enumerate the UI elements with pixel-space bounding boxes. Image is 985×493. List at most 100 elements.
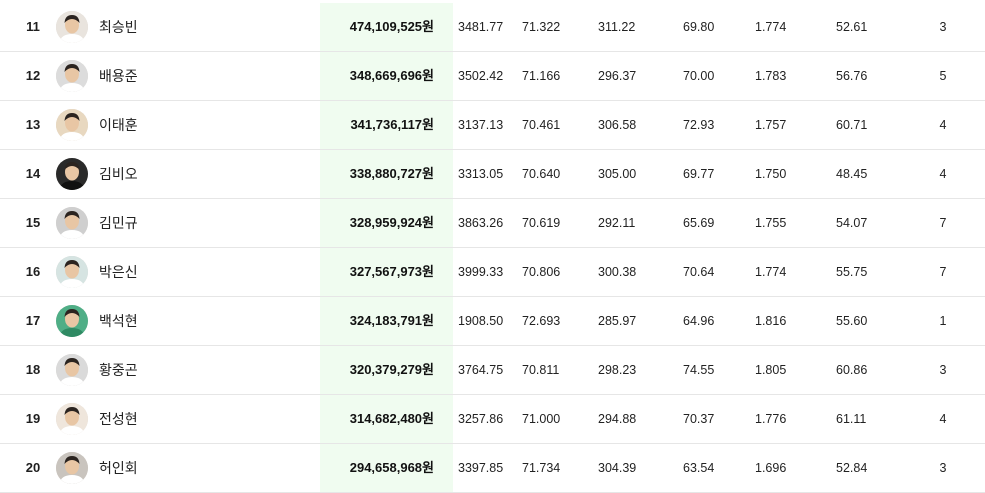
stat-top10-count: 7 xyxy=(939,216,947,230)
stat-greens-in-regulation: 64.96 xyxy=(683,314,715,328)
stat-driving-distance: 296.37 xyxy=(598,69,637,83)
stat-fairway-hit: 56.76 xyxy=(836,69,868,83)
player-photo-icon xyxy=(56,60,88,92)
table-row[interactable]: 14 김비오 338,880,727원 3313.05 70.640 305.0… xyxy=(0,150,985,199)
stat-fairway-hit: 52.84 xyxy=(836,461,868,475)
stat-greens-in-regulation: 69.80 xyxy=(683,20,715,34)
stat-points: 3257.86 xyxy=(458,412,504,426)
rank-number: 14 xyxy=(25,166,41,181)
table-row[interactable]: 16 박은신 327,567,973원 3999.33 70.806 300.3… xyxy=(0,248,985,297)
stat-top10-count: 4 xyxy=(939,118,947,132)
stat-fairway-hit: 55.75 xyxy=(836,265,868,279)
prize-money: 314,682,480원 xyxy=(349,411,434,426)
stat-greens-in-regulation: 65.69 xyxy=(683,216,715,230)
player-name[interactable]: 김비오 xyxy=(99,150,138,198)
table-row[interactable]: 19 전성현 314,682,480원 3257.86 71.000 294.8… xyxy=(0,395,985,444)
table-row[interactable]: 13 이태훈 341,736,117원 3137.13 70.461 306.5… xyxy=(0,101,985,150)
player-photo-icon xyxy=(56,354,88,386)
player-avatar[interactable] xyxy=(56,207,88,239)
player-avatar[interactable] xyxy=(56,452,88,484)
stat-driving-distance: 292.11 xyxy=(598,216,636,230)
stat-greens-in-regulation: 70.00 xyxy=(683,69,715,83)
stat-greens-in-regulation: 72.93 xyxy=(683,118,715,132)
player-name[interactable]: 허인회 xyxy=(99,444,138,492)
stat-avg-score: 70.619 xyxy=(522,216,561,230)
stat-putting-avg: 1.750 xyxy=(755,167,787,181)
stat-avg-score: 71.322 xyxy=(522,20,561,34)
stat-avg-score: 72.693 xyxy=(522,314,561,328)
prize-money: 294,658,968원 xyxy=(349,460,434,475)
player-photo-icon xyxy=(56,158,88,190)
table-row[interactable]: 17 백석현 324,183,791원 1908.50 72.693 285.9… xyxy=(0,297,985,346)
table-row[interactable]: 11 최승빈 474,109,525원 3481.77 71.322 311.2… xyxy=(0,3,985,52)
player-name[interactable]: 전성현 xyxy=(99,395,138,443)
rank-number: 16 xyxy=(25,264,41,279)
stat-top10-count: 1 xyxy=(939,314,947,328)
stat-putting-avg: 1.805 xyxy=(755,363,787,377)
stat-points: 3481.77 xyxy=(458,20,504,34)
stat-top10-count: 3 xyxy=(939,20,947,34)
player-name[interactable]: 백석현 xyxy=(99,297,138,345)
stat-driving-distance: 285.97 xyxy=(598,314,637,328)
stat-avg-score: 70.640 xyxy=(522,167,561,181)
ranking-table: 11 최승빈 474,109,525원 3481.77 71.322 311.2… xyxy=(0,3,985,493)
player-name[interactable]: 김민규 xyxy=(99,199,138,247)
player-avatar[interactable] xyxy=(56,60,88,92)
stat-driving-distance: 311.22 xyxy=(598,20,636,34)
stat-putting-avg: 1.783 xyxy=(755,69,787,83)
player-photo-icon xyxy=(56,207,88,239)
rank-number: 18 xyxy=(25,362,41,377)
prize-money: 341,736,117원 xyxy=(350,117,434,132)
stat-driving-distance: 300.38 xyxy=(598,265,637,279)
stat-top10-count: 5 xyxy=(939,69,947,83)
rank-number: 13 xyxy=(25,117,41,132)
stat-putting-avg: 1.774 xyxy=(755,20,787,34)
stat-fairway-hit: 61.11 xyxy=(836,412,867,426)
player-name[interactable]: 최승빈 xyxy=(99,3,138,51)
stat-avg-score: 71.000 xyxy=(522,412,561,426)
rank-number: 11 xyxy=(26,19,40,34)
stat-top10-count: 3 xyxy=(939,363,947,377)
stat-fairway-hit: 52.61 xyxy=(836,20,868,34)
stat-greens-in-regulation: 63.54 xyxy=(683,461,715,475)
stat-greens-in-regulation: 70.37 xyxy=(683,412,715,426)
stat-putting-avg: 1.757 xyxy=(755,118,787,132)
player-photo-icon xyxy=(56,403,88,435)
player-photo-icon xyxy=(56,109,88,141)
stat-points: 3502.42 xyxy=(458,69,504,83)
stat-putting-avg: 1.776 xyxy=(755,412,787,426)
prize-money: 328,959,924원 xyxy=(349,215,434,230)
stat-avg-score: 71.166 xyxy=(522,69,561,83)
rank-number: 12 xyxy=(25,68,41,83)
prize-money: 474,109,525원 xyxy=(349,19,434,34)
player-avatar[interactable] xyxy=(56,11,88,43)
player-avatar[interactable] xyxy=(56,354,88,386)
prize-money: 327,567,973원 xyxy=(349,264,434,279)
table-row[interactable]: 18 황중곤 320,379,279원 3764.75 70.811 298.2… xyxy=(0,346,985,395)
stat-greens-in-regulation: 69.77 xyxy=(683,167,715,181)
player-name[interactable]: 황중곤 xyxy=(99,346,138,394)
player-avatar[interactable] xyxy=(56,158,88,190)
player-name[interactable]: 이태훈 xyxy=(99,101,138,149)
player-avatar[interactable] xyxy=(56,109,88,141)
table-row[interactable]: 15 김민규 328,959,924원 3863.26 70.619 292.1… xyxy=(0,199,985,248)
player-avatar[interactable] xyxy=(56,305,88,337)
prize-money: 320,379,279원 xyxy=(349,362,434,377)
player-avatar[interactable] xyxy=(56,256,88,288)
stat-putting-avg: 1.755 xyxy=(755,216,787,230)
stat-driving-distance: 298.23 xyxy=(598,363,637,377)
player-name[interactable]: 박은신 xyxy=(99,248,138,296)
player-avatar[interactable] xyxy=(56,403,88,435)
stat-putting-avg: 1.816 xyxy=(755,314,787,328)
table-row[interactable]: 20 허인회 294,658,968원 3397.85 71.734 304.3… xyxy=(0,444,985,493)
stat-top10-count: 7 xyxy=(939,265,947,279)
stat-points: 3999.33 xyxy=(458,265,504,279)
stat-putting-avg: 1.696 xyxy=(755,461,787,475)
stat-top10-count: 4 xyxy=(939,412,947,426)
prize-money: 324,183,791원 xyxy=(349,313,434,328)
table-row[interactable]: 12 배용준 348,669,696원 3502.42 71.166 296.3… xyxy=(0,52,985,101)
player-name[interactable]: 배용준 xyxy=(99,52,138,100)
rank-number: 15 xyxy=(25,215,41,230)
stat-greens-in-regulation: 70.64 xyxy=(683,265,715,279)
rank-number: 19 xyxy=(25,411,41,426)
